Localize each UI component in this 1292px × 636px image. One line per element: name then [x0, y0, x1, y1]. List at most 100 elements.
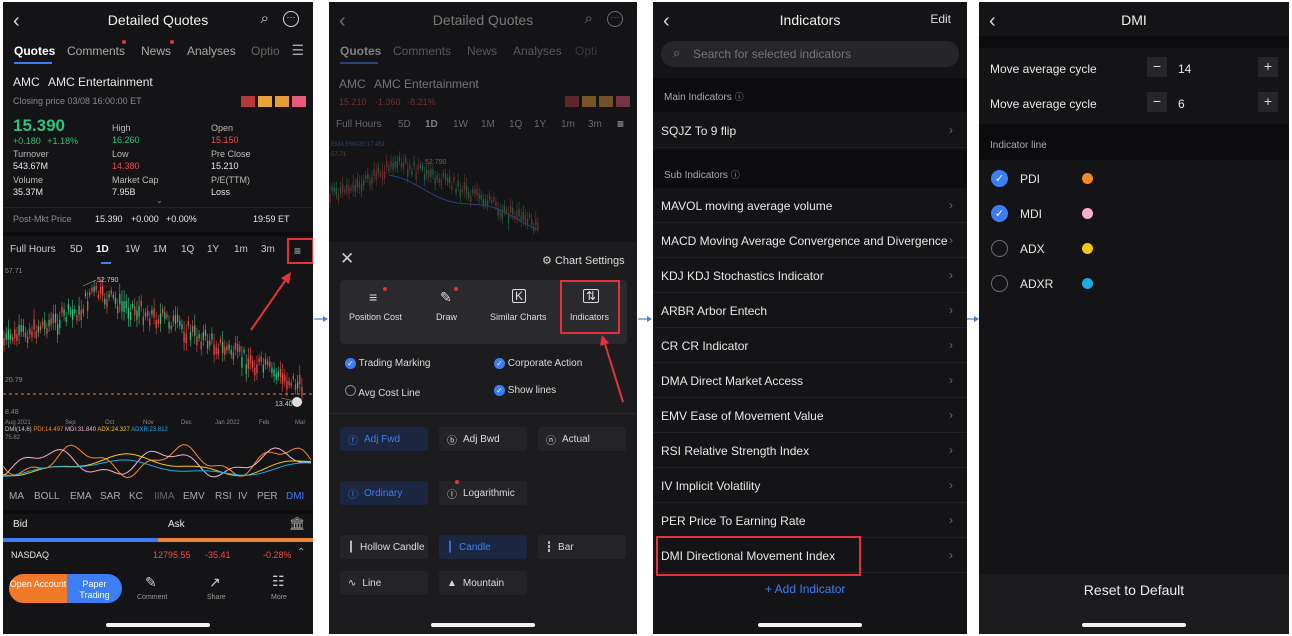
- period-1m[interactable]: 1M: [153, 244, 181, 255]
- line-option[interactable]: ∿ Line: [340, 571, 428, 595]
- more-icon[interactable]: ···: [283, 11, 299, 27]
- indicator-line-row[interactable]: ADX: [979, 230, 1289, 265]
- period-5d[interactable]: 5D: [70, 244, 96, 255]
- comment-label[interactable]: Comment: [137, 594, 167, 601]
- period-1w[interactable]: 1W: [125, 244, 153, 255]
- indicator-line-row[interactable]: ✓ PDI: [979, 160, 1289, 195]
- show-lines-checkbox[interactable]: ✓ Show lines: [494, 385, 556, 396]
- indicator-line-row[interactable]: ✓ MDI: [979, 195, 1289, 230]
- tab-options[interactable]: Opti: [575, 44, 597, 58]
- main-indicator-item[interactable]: SQJZ To 9 flip ›: [653, 113, 967, 148]
- candle-option[interactable]: ┃ Candle: [439, 535, 527, 559]
- sub-indicator-item[interactable]: RSI Relative Strength Index ›: [653, 433, 967, 468]
- color-swatch[interactable]: [1082, 243, 1093, 254]
- edit-button[interactable]: Edit: [930, 12, 951, 26]
- draw-label[interactable]: Draw: [436, 312, 457, 322]
- draw-icon[interactable]: ✎: [440, 289, 452, 306]
- tab-comments[interactable]: Comments: [67, 44, 125, 58]
- more-icon[interactable]: ···: [607, 11, 623, 27]
- increment-button[interactable]: +: [1258, 57, 1278, 77]
- open-account-button[interactable]: Open Account: [9, 574, 67, 603]
- tab-analyses[interactable]: Analyses: [187, 44, 236, 58]
- indicator-tab[interactable]: EMA: [70, 491, 100, 502]
- sub-indicator-item[interactable]: MACD Moving Average Convergence and Dive…: [653, 223, 967, 258]
- tab-quotes[interactable]: Quotes: [14, 44, 55, 58]
- color-swatch[interactable]: [1082, 173, 1093, 184]
- indicator-tab[interactable]: BOLL: [34, 491, 70, 502]
- position-cost-icon[interactable]: ≡: [369, 289, 377, 305]
- indicator-tab[interactable]: SAR: [100, 491, 129, 502]
- increment-button[interactable]: +: [1258, 92, 1278, 112]
- indicator-tab[interactable]: PER: [257, 491, 286, 502]
- actual-option[interactable]: ⓝ Actual: [538, 427, 626, 451]
- share-icon[interactable]: ↗: [209, 574, 221, 591]
- chevron-up-icon[interactable]: ⌃: [297, 547, 305, 558]
- indicator-line-row[interactable]: ADXR: [979, 265, 1289, 300]
- heart-icon[interactable]: [616, 96, 630, 107]
- cycle-value[interactable]: 6: [1178, 97, 1185, 111]
- sub-indicator-item[interactable]: ARBR Arbor Entech ›: [653, 293, 967, 328]
- unchecked-icon[interactable]: [991, 240, 1008, 257]
- period-3min[interactable]: 3m: [261, 244, 285, 255]
- unchecked-icon[interactable]: [991, 275, 1008, 292]
- indicator-tab[interactable]: IV: [238, 491, 257, 502]
- period-1m[interactable]: 1M: [481, 119, 509, 130]
- period-1w[interactable]: 1W: [453, 119, 481, 130]
- sub-indicator-item[interactable]: MAVOL moving average volume ›: [653, 188, 967, 223]
- grid-icon[interactable]: ☷: [272, 573, 285, 590]
- period-1d[interactable]: 1D: [425, 119, 453, 130]
- period-3min[interactable]: 3m: [588, 119, 608, 130]
- period-1y[interactable]: 1Y: [534, 119, 561, 130]
- decrement-button[interactable]: −: [1147, 57, 1167, 77]
- mountain-option[interactable]: ▲ Mountain: [439, 571, 527, 595]
- tab-comments[interactable]: Comments: [393, 44, 451, 58]
- color-swatch[interactable]: [1082, 278, 1093, 289]
- period-1y[interactable]: 1Y: [207, 244, 234, 255]
- share-label[interactable]: Share: [207, 594, 226, 601]
- heart-icon[interactable]: [292, 96, 306, 107]
- similar-charts-label[interactable]: Similar Charts: [490, 312, 547, 322]
- search-icon[interactable]: ⌕: [585, 10, 593, 27]
- tab-quotes[interactable]: Quotes: [340, 44, 381, 58]
- tab-options[interactable]: Optio: [251, 44, 280, 58]
- indicator-tab-active[interactable]: DMI: [286, 491, 304, 502]
- reset-button[interactable]: Reset to Default: [979, 582, 1289, 598]
- period-1q[interactable]: 1Q: [181, 244, 207, 255]
- sub-indicator-item[interactable]: DMA Direct Market Access ›: [653, 363, 967, 398]
- bank-icon[interactable]: 🏛: [289, 516, 306, 532]
- corporate-action-checkbox[interactable]: ✓ Corporate Action: [494, 358, 582, 369]
- period-full-hours[interactable]: Full Hours: [336, 119, 398, 130]
- close-icon[interactable]: ✕: [340, 249, 354, 269]
- paper-trading-button[interactable]: Paper Trading: [67, 574, 122, 603]
- checked-icon[interactable]: ✓: [991, 170, 1008, 187]
- hollow-candle-option[interactable]: ┃ Hollow Candle: [340, 535, 428, 559]
- avg-cost-line-checkbox[interactable]: Avg Cost Line: [345, 385, 420, 399]
- period-5d[interactable]: 5D: [398, 119, 425, 130]
- indicator-tab[interactable]: EMV: [183, 491, 215, 502]
- similar-charts-icon[interactable]: K: [512, 289, 527, 303]
- sub-indicator-item[interactable]: KDJ KDJ Stochastics Indicator ›: [653, 258, 967, 293]
- cycle-value[interactable]: 14: [1178, 62, 1191, 76]
- chevron-down-icon[interactable]: ⌄: [156, 196, 163, 205]
- sub-indicator-item[interactable]: CR CR Indicator ›: [653, 328, 967, 363]
- bar-option[interactable]: ┇ Bar: [538, 535, 626, 559]
- tab-news[interactable]: News: [467, 44, 497, 58]
- sub-indicator-item[interactable]: EMV Ease of Movement Value ›: [653, 398, 967, 433]
- position-cost-label[interactable]: Position Cost: [349, 312, 402, 322]
- chart-settings-link[interactable]: ⚙ Chart Settings: [542, 254, 625, 267]
- adj-bwd-option[interactable]: ⓑ Adj Bwd: [439, 427, 527, 451]
- period-1d[interactable]: 1D: [96, 244, 125, 255]
- more-label[interactable]: More: [271, 594, 287, 601]
- indicator-tab[interactable]: MA: [9, 491, 34, 502]
- period-1min[interactable]: 1m: [234, 244, 261, 255]
- indicator-tab[interactable]: KC: [129, 491, 154, 502]
- decrement-button[interactable]: −: [1147, 92, 1167, 112]
- tab-analyses[interactable]: Analyses: [513, 44, 562, 58]
- sub-indicator-item[interactable]: IV Implicit Volatility ›: [653, 468, 967, 503]
- sub-indicator-item[interactable]: PER Price To Earning Rate ›: [653, 503, 967, 538]
- indicator-tab[interactable]: RSI: [215, 491, 238, 502]
- search-input[interactable]: [693, 45, 933, 62]
- logarithmic-option[interactable]: ⓛ Logarithmic: [439, 481, 527, 505]
- search-icon[interactable]: ⌕: [261, 10, 269, 27]
- search-bar[interactable]: ⌕: [661, 41, 959, 67]
